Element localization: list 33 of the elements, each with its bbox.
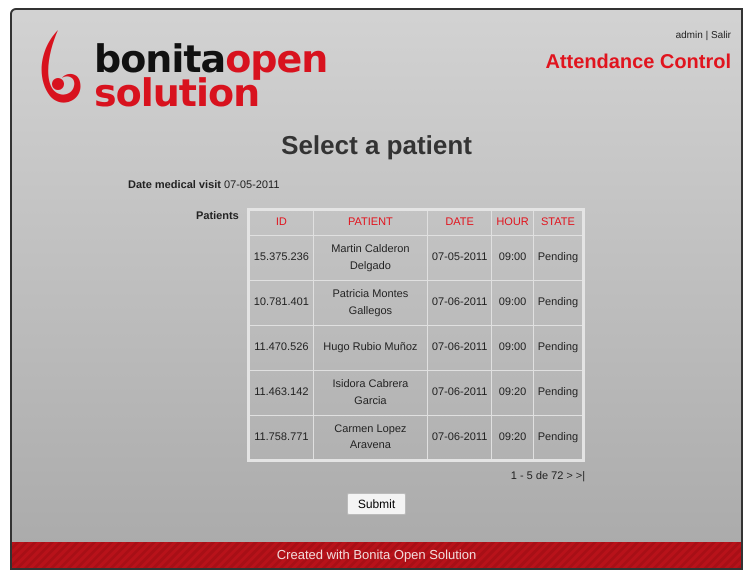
pagination-range: 1 - 5 de 72 bbox=[510, 470, 564, 482]
table-cell: 07-06-2011 bbox=[427, 325, 492, 370]
field-label: Date medical visit bbox=[128, 179, 221, 192]
table-cell: 07-05-2011 bbox=[427, 235, 492, 280]
user-link[interactable]: admin bbox=[676, 30, 703, 41]
page-title: Select a patient bbox=[280, 130, 473, 162]
separator: | bbox=[706, 30, 708, 41]
table-cell: 15.375.236 bbox=[248, 235, 314, 280]
footer-text: Created with Bonita Open Solution bbox=[276, 547, 476, 562]
table-cell: Hugo Rubio Muñoz bbox=[313, 325, 428, 370]
table-cell: Martin Calderon Delgado bbox=[313, 235, 428, 280]
last-page-link[interactable]: >| bbox=[576, 470, 586, 482]
column-header: DATE bbox=[427, 209, 492, 236]
table-cell: 11.470.526 bbox=[248, 325, 314, 370]
logout-link[interactable]: Salir bbox=[710, 30, 731, 41]
table-cell: Patricia Montes Gallegos bbox=[313, 280, 428, 326]
table-cell: 09:00 bbox=[492, 325, 534, 370]
table-cell: 07-06-2011 bbox=[427, 280, 492, 326]
table-cell: 09:00 bbox=[492, 280, 534, 326]
table-cell: 11.463.142 bbox=[248, 370, 314, 416]
submit-button[interactable]: Submit bbox=[346, 493, 406, 516]
column-header: PATIENT bbox=[313, 209, 428, 236]
app-title: Attendance Control bbox=[545, 50, 731, 75]
next-page-link[interactable]: > bbox=[566, 470, 573, 482]
table-cell: 09:00 bbox=[492, 235, 534, 280]
field-label: Patients bbox=[196, 208, 239, 224]
table-cell: 09:20 bbox=[492, 370, 534, 416]
column-header: HOUR bbox=[492, 209, 534, 236]
table-cell: 07-06-2011 bbox=[427, 370, 492, 416]
table-cell: Isidora Cabrera Garcia bbox=[313, 370, 428, 416]
column-header: ID bbox=[248, 209, 314, 236]
table-cell: 10.781.401 bbox=[248, 280, 314, 326]
field-value: 07-05-2011 bbox=[224, 179, 280, 192]
